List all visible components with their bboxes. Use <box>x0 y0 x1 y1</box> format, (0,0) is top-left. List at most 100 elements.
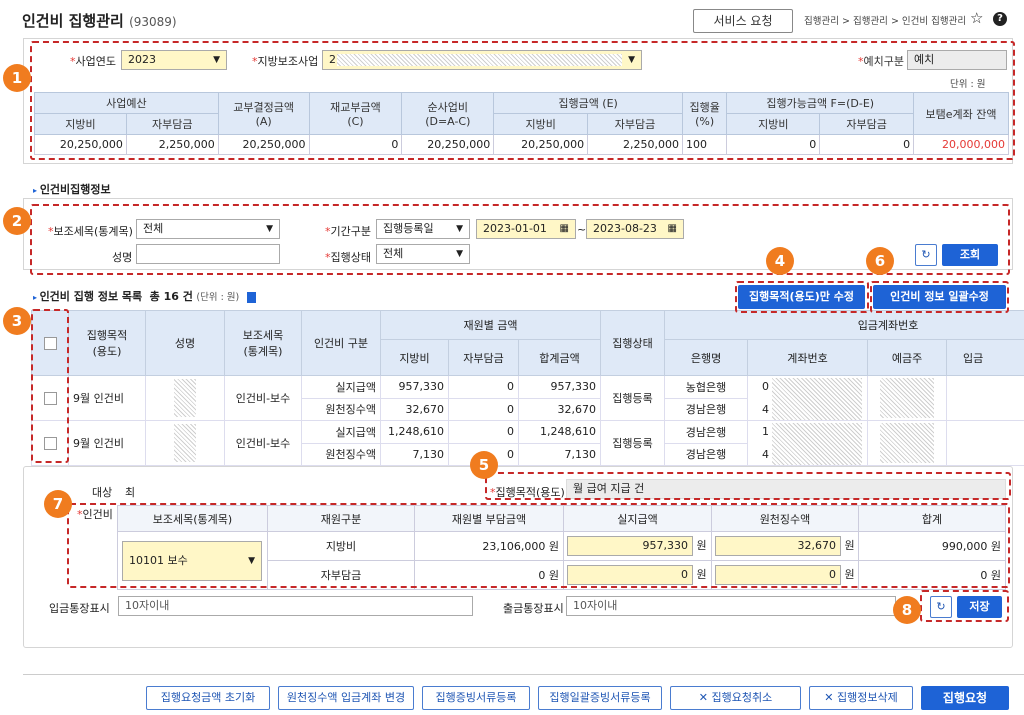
header-funds: 재원별 금액 <box>379 310 602 340</box>
highlight-box-1 <box>30 41 1015 160</box>
highlight-box-5 <box>485 472 1011 500</box>
masked-account <box>772 378 863 420</box>
header-self: 자부담금 <box>448 339 519 376</box>
masked-name <box>174 424 196 462</box>
annotation-badge-7: 7 <box>44 490 72 518</box>
header-accno: 계좌번호 <box>747 339 869 376</box>
header-status: 집행상태 <box>600 310 666 376</box>
more-cell <box>946 420 1024 466</box>
holder-cell <box>867 420 948 466</box>
register-evidence-button[interactable]: 집행증빙서류등록 <box>422 686 530 710</box>
highlight-box-2 <box>30 204 1010 275</box>
close-icon: ✕ <box>824 691 834 704</box>
self-cell: 0 <box>448 420 519 444</box>
annotation-badge-5: 5 <box>470 451 498 479</box>
excel-icon[interactable] <box>246 291 256 303</box>
in-input[interactable]: 10자이내 <box>118 596 473 616</box>
annotation-badge-4: 4 <box>766 247 794 275</box>
masked-account <box>772 423 863 465</box>
delete-execution-button[interactable]: ✕ 집행정보삭제 <box>809 686 913 710</box>
bank-cell: 경남은행 <box>664 442 749 466</box>
type-cell: 실지급액 <box>301 375 381 399</box>
total-cell: 1,248,610 <box>517 420 602 444</box>
highlight-box-7 <box>67 503 1010 588</box>
annotation-badge-1: 1 <box>3 64 31 92</box>
header-bank: 은행명 <box>664 339 749 376</box>
list-unit: (단위 : 원) <box>196 292 240 303</box>
list-table-wrap: 집행목적 (용도) 성명 보조세목 (통계목) 인건비 구분 재원별 금액 집행… <box>31 310 1024 467</box>
name-cell <box>145 420 225 466</box>
title-text: 인건비 집행관리 <box>22 12 124 30</box>
divider <box>23 674 1024 675</box>
sub-item-cell: 인건비-보수 <box>224 375 302 421</box>
annotation-badge-3: 3 <box>3 307 31 335</box>
type-cell: 실지급액 <box>301 420 381 444</box>
bank-cell: 경남은행 <box>664 420 749 444</box>
local-cell: 957,330 <box>380 375 449 399</box>
sub-item-cell: 인건비-보수 <box>224 420 302 466</box>
highlight-box-3 <box>31 309 69 463</box>
status-cell: 집행등록 <box>600 420 666 466</box>
header-account: 입금계좌번호 <box>664 310 1024 340</box>
self-cell: 0 <box>448 397 519 421</box>
purpose-cell: 9월 인건비 <box>68 375 146 421</box>
total-cell: 32,670 <box>517 397 602 421</box>
local-cell: 7,130 <box>380 442 449 466</box>
holder-cell <box>867 375 948 421</box>
list-table: 집행목적 (용도) 성명 보조세목 (통계목) 인건비 구분 재원별 금액 집행… <box>31 310 1024 466</box>
page-title: 인건비 집행관리 (93089) <box>22 10 177 31</box>
target-label: 대상 <box>92 486 113 499</box>
header-more: 입금 <box>946 339 1024 376</box>
table-row[interactable]: 9월 인건비 인건비-보수 실지급액 957,330 0 957,330 집행등… <box>31 375 1024 421</box>
breadcrumb: 집행관리 > 집행관리 > 인건비 집행관리 <box>804 16 967 27</box>
reset-request-amount-button[interactable]: 집행요청금액 초기화 <box>146 686 270 710</box>
local-cell: 1,248,610 <box>380 420 449 444</box>
total-cell: 957,330 <box>517 375 602 399</box>
name-cell <box>145 375 225 421</box>
type-cell: 원천징수액 <box>301 397 381 421</box>
highlight-box-6 <box>870 281 1009 313</box>
status-cell: 집행등록 <box>600 375 666 421</box>
local-cell: 32,670 <box>380 397 449 421</box>
masked-holder <box>880 378 935 418</box>
header-holder: 예금주 <box>867 339 948 376</box>
target-value: 최 <box>125 486 136 499</box>
cancel-request-button[interactable]: ✕ 집행요청취소 <box>670 686 801 710</box>
table-row[interactable]: 9월 인건비 인건비-보수 실지급액 1,248,610 0 1,248,610… <box>31 420 1024 466</box>
masked-holder <box>880 423 935 463</box>
type-cell: 원천징수액 <box>301 442 381 466</box>
accno-cell: 14 <box>747 420 869 466</box>
annotation-badge-6: 6 <box>866 247 894 275</box>
service-request-button[interactable]: 서비스 요청 <box>693 9 793 33</box>
change-withholding-account-button[interactable]: 원천징수액 입금계좌 변경 <box>278 686 414 710</box>
header-local: 지방비 <box>380 339 449 376</box>
bulk-register-evidence-button[interactable]: 집행일괄증빙서류등록 <box>538 686 662 710</box>
header-name: 성명 <box>145 310 225 376</box>
bank-cell: 경남은행 <box>664 397 749 421</box>
request-execution-button[interactable]: 집행요청 <box>921 686 1009 710</box>
page-code: (93089) <box>129 15 177 29</box>
annotation-badge-8: 8 <box>893 596 921 624</box>
highlight-box-4 <box>735 281 869 313</box>
self-cell: 0 <box>448 375 519 399</box>
header-sub-item: 보조세목 (통계목) <box>224 310 302 376</box>
purpose-cell: 9월 인건비 <box>68 420 146 466</box>
in-label: 입금통장표시 <box>49 602 110 615</box>
header-purpose: 집행목적 (용도) <box>68 310 146 376</box>
star-icon[interactable]: ☆ <box>970 9 983 27</box>
list-title: ▸ 인건비 집행 정보 목록 총 16 건 (단위 : 원) <box>33 288 256 304</box>
help-icon[interactable]: ? <box>993 12 1007 26</box>
list-count: 총 16 건 <box>149 290 193 303</box>
out-input[interactable]: 10자이내 <box>566 596 896 616</box>
more-cell <box>946 375 1024 421</box>
total-cell: 7,130 <box>517 442 602 466</box>
section-title: ▸ 인건비집행정보 <box>33 183 111 196</box>
header-total: 합계금액 <box>517 339 602 376</box>
accno-cell: 04 <box>747 375 869 421</box>
close-icon: ✕ <box>698 691 708 704</box>
out-label: 출금통장표시 <box>503 602 564 615</box>
highlight-box-8 <box>920 590 1009 622</box>
masked-name <box>174 379 196 417</box>
bullet-icon: ▸ <box>33 186 40 195</box>
annotation-badge-2: 2 <box>3 207 31 235</box>
